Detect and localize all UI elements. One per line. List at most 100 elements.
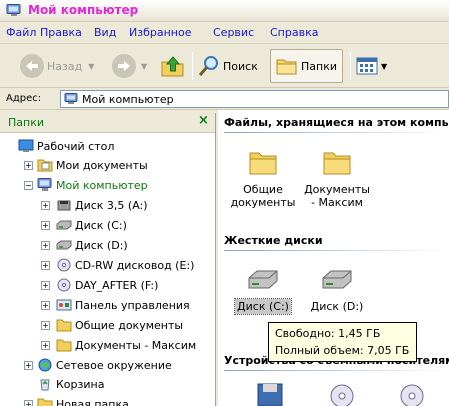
cd-drive-icon xyxy=(57,258,71,272)
views-icon xyxy=(356,57,378,75)
tree-item-floppy[interactable]: Диск 3,5 (A:) xyxy=(56,196,148,214)
expand-icon[interactable]: + xyxy=(41,241,50,250)
back-button[interactable]: Назад ▼ xyxy=(20,49,94,83)
desktop-icon xyxy=(18,139,34,152)
forward-arrow-icon xyxy=(112,54,136,78)
expand-icon[interactable]: + xyxy=(41,321,50,330)
explorer-window: Мой компьютер Файл Правка Вид Избранное … xyxy=(0,0,449,406)
expand-icon[interactable]: + xyxy=(41,301,50,310)
tree-item-label: Новая папка xyxy=(56,397,129,406)
drive-d-label: Диск (D:) xyxy=(310,300,364,313)
folder-icon xyxy=(323,152,351,175)
folder-label-line1: Документы xyxy=(304,183,370,196)
menu-edit[interactable]: Правка xyxy=(40,26,82,39)
tree-item-label: Рабочий стол xyxy=(37,139,115,153)
views-button[interactable]: ▼ xyxy=(356,49,387,83)
search-label: Поиск xyxy=(223,59,258,73)
tree-item-cd-rw[interactable]: CD-RW дисковод (E:) xyxy=(56,256,194,274)
tree-item-control-panel[interactable]: Панель управления xyxy=(56,296,190,314)
expand-icon[interactable]: + xyxy=(41,341,50,350)
tree-item-my-documents[interactable]: Мои документы xyxy=(37,156,148,174)
hard-drive-icon xyxy=(56,220,72,230)
menu-favorites[interactable]: Избранное xyxy=(129,26,191,39)
expand-icon[interactable]: + xyxy=(24,161,33,170)
address-label: Адрес: xyxy=(6,93,42,104)
menu-view[interactable]: Вид xyxy=(94,26,116,39)
tree-item-label: Мой компьютер xyxy=(56,178,148,192)
folders-pane: Папки × Рабочий стол + Мои документы − М… xyxy=(0,113,216,406)
chevron-down-icon: ▼ xyxy=(88,61,95,71)
tooltip-total-size: Полный объем: 7,05 ГБ xyxy=(275,344,410,357)
recycle-bin-icon xyxy=(40,379,50,391)
expand-icon[interactable]: + xyxy=(24,361,33,370)
folder-shared-documents[interactable]: Общие документы xyxy=(228,148,298,209)
tree-item-drive-c[interactable]: Диск (C:) xyxy=(56,216,127,234)
expand-icon[interactable]: + xyxy=(41,201,50,210)
folder-icon xyxy=(56,319,72,332)
expand-icon[interactable]: + xyxy=(41,261,50,270)
folder-documents-maxim[interactable]: Документы - Максим xyxy=(302,148,372,209)
chevron-down-icon: ▼ xyxy=(141,61,148,71)
network-icon xyxy=(38,358,52,372)
hard-drive-icon xyxy=(56,240,72,250)
back-label: Назад xyxy=(47,59,83,73)
expand-icon[interactable]: + xyxy=(41,281,50,290)
tree-item-desktop[interactable]: Рабочий стол xyxy=(18,137,114,155)
collapse-icon[interactable]: − xyxy=(24,181,33,190)
my-documents-icon xyxy=(37,159,53,172)
folders-pane-title: Папки xyxy=(8,116,44,129)
address-field[interactable]: Мой компьютер xyxy=(60,90,449,108)
tree-item-drive-d[interactable]: Диск (D:) xyxy=(56,236,128,254)
expand-icon[interactable]: + xyxy=(24,400,33,406)
tree-item-recycle-bin[interactable]: Корзина xyxy=(37,375,104,393)
my-computer-icon xyxy=(37,178,52,191)
tree-item-label: Диск (D:) xyxy=(75,238,128,252)
floppy-icon xyxy=(57,200,71,211)
close-icon[interactable]: × xyxy=(198,113,209,128)
folders-button[interactable]: Папки xyxy=(270,49,343,83)
folder-label-line2: документы xyxy=(230,196,296,209)
menu-file[interactable]: Файл xyxy=(6,26,36,39)
my-computer-icon xyxy=(6,4,21,16)
tree-item-day-after[interactable]: DAY_AFTER (F:) xyxy=(56,276,158,294)
tree-item-shared-documents[interactable]: Общие документы xyxy=(56,316,183,334)
back-arrow-icon xyxy=(20,54,44,78)
tree-item-label: Документы - Максим xyxy=(75,338,197,352)
up-folder-icon xyxy=(161,56,184,77)
my-computer-icon xyxy=(64,93,78,104)
toolbar: Назад ▼ ▼ Поиск Папки ▼ xyxy=(0,44,449,88)
forward-button[interactable]: ▼ xyxy=(112,49,147,83)
hard-drive-icon xyxy=(322,270,352,289)
tree-item-my-computer[interactable]: Мой компьютер xyxy=(37,176,148,194)
folders-icon xyxy=(276,59,297,75)
tree-item-label: Сетевое окружение xyxy=(56,358,172,372)
menu-help[interactable]: Справка xyxy=(270,26,318,39)
chevron-down-icon: ▼ xyxy=(381,61,388,71)
cd-drive-icon[interactable] xyxy=(328,382,356,406)
tree-item-network[interactable]: Сетевое окружение xyxy=(37,356,172,374)
folder-label-line1: Общие xyxy=(243,183,283,196)
tree-item-label: DAY_AFTER (F:) xyxy=(75,278,159,292)
expand-icon[interactable]: + xyxy=(41,221,50,230)
group-files-heading: Файлы, хранящиеся на этом компьютере xyxy=(224,116,449,129)
floppy-icon[interactable] xyxy=(256,382,284,406)
up-folder-button[interactable] xyxy=(160,49,186,83)
drive-d[interactable]: Диск (D:) xyxy=(302,266,372,314)
folder-icon xyxy=(249,152,277,175)
group-drives-heading: Жесткие диски xyxy=(224,234,323,247)
cd-drive-icon[interactable] xyxy=(398,382,426,406)
tree-item-documents-maxim[interactable]: Документы - Максим xyxy=(56,336,196,354)
title-bar[interactable]: Мой компьютер xyxy=(0,0,449,22)
cd-drive-icon xyxy=(57,278,71,292)
tree-item-new-folder[interactable]: Новая папка xyxy=(37,395,129,406)
menu-tools[interactable]: Сервис xyxy=(213,26,254,39)
drive-c[interactable]: Диск (C:) xyxy=(228,266,298,315)
tree-item-label: CD-RW дисковод (E:) xyxy=(75,258,195,272)
tree-item-label: Диск 3,5 (A:) xyxy=(75,198,148,212)
folder-label-line2: - Максим xyxy=(311,196,363,209)
search-icon xyxy=(198,56,218,76)
search-button[interactable]: Поиск xyxy=(198,49,258,83)
tree-item-label: Панель управления xyxy=(75,298,190,312)
tree-item-label: Корзина xyxy=(56,377,105,391)
tree-item-label: Диск (C:) xyxy=(75,218,127,232)
